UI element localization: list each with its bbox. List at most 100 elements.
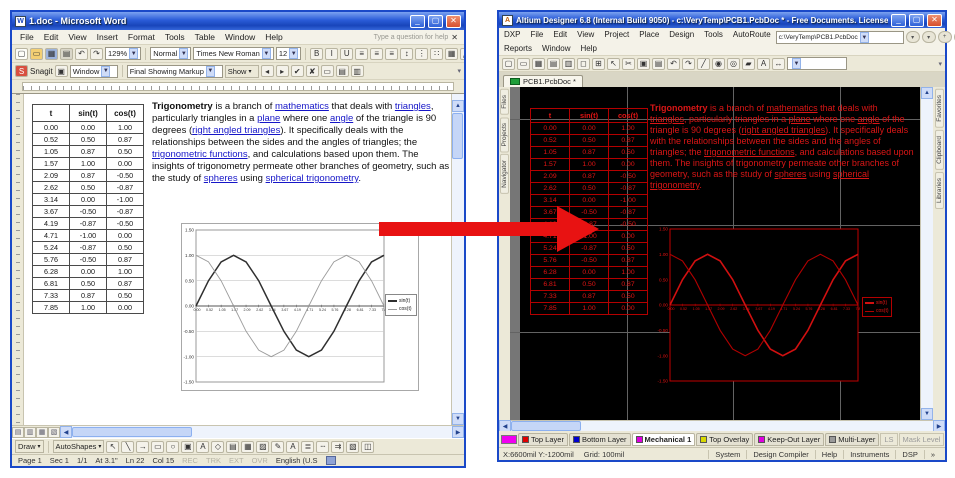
word-vertical-scrollbar[interactable]: ▲ ▼ [451, 94, 464, 425]
maximize-button[interactable]: ▢ [909, 14, 924, 27]
horizontal-ruler[interactable] [12, 80, 464, 93]
scroll-right-icon[interactable]: ▶ [452, 426, 464, 438]
word-titlebar[interactable]: W 1.doc - Microsoft Word _ ▢ ✕ [12, 12, 464, 30]
chevron-down-icon[interactable]: ▼ [129, 48, 138, 59]
oval-icon[interactable]: ○ [166, 441, 179, 453]
outline-view-icon[interactable]: ▧ [48, 427, 60, 438]
hyperlink[interactable]: right angled triangles [192, 125, 280, 136]
shadow-style-icon[interactable]: ▧ [346, 441, 359, 453]
scroll-left-icon[interactable]: ◀ [60, 426, 72, 438]
menu-tools[interactable]: Tools [160, 31, 190, 43]
web-layout-view-icon[interactable]: ▥ [24, 427, 36, 438]
rectangle-icon[interactable]: ▭ [151, 441, 164, 453]
display-for-review-combo[interactable]: Final Showing Markup▼ [127, 65, 223, 78]
layer-tab-multi-layer[interactable]: Multi-Layer [825, 433, 879, 446]
bold-icon[interactable]: B [310, 48, 323, 60]
left-panel-tab-projects[interactable]: Projects [500, 117, 509, 152]
arrow-icon[interactable]: → [136, 441, 149, 453]
menu-edit[interactable]: Edit [548, 29, 572, 40]
left-panel-tab-navigator[interactable]: Navigator [500, 154, 509, 194]
word-data-table[interactable]: tsin(t)cos(t)0.000.001.000.520.500.871.0… [32, 104, 144, 314]
fill-color-icon[interactable]: ▨ [256, 441, 269, 453]
scroll-up-icon[interactable]: ▲ [921, 87, 933, 99]
line-color-icon[interactable]: ✎ [271, 441, 284, 453]
current-layer-color-swatch[interactable] [501, 435, 517, 444]
font-size-combo[interactable]: 12▼ [276, 47, 301, 60]
diagram-icon[interactable]: ◇ [211, 441, 224, 453]
print-layout-view-icon[interactable]: ▦ [36, 427, 48, 438]
underline-icon[interactable]: U [340, 48, 353, 60]
style-combo[interactable]: Normal▼ [150, 47, 191, 60]
print-preview-icon[interactable]: ▥ [562, 58, 575, 70]
undo-icon[interactable]: ↶ [667, 58, 680, 70]
accept-change-icon[interactable]: ✔ [291, 65, 304, 77]
panel-button-»[interactable]: » [924, 450, 941, 459]
numbering-icon[interactable]: ⋮ [415, 48, 428, 60]
open-folder-icon[interactable]: ▭ [30, 48, 43, 60]
menu-reports[interactable]: Reports [499, 43, 537, 54]
close-button[interactable]: ✕ [446, 15, 461, 28]
line-spacing-icon[interactable]: ↕ [400, 48, 413, 60]
menu-view[interactable]: View [572, 29, 599, 40]
menu-file[interactable]: File [15, 31, 39, 43]
menu-file[interactable]: File [525, 29, 548, 40]
menu-dxp[interactable]: DXP [499, 29, 525, 40]
draw-menu-button[interactable]: Draw▾ [15, 440, 44, 453]
panel-button-system[interactable]: System [708, 450, 746, 459]
previous-change-icon[interactable]: ◂ [261, 65, 274, 77]
chevron-down-icon[interactable]: ▼ [179, 48, 188, 59]
menu-insert[interactable]: Insert [92, 31, 123, 43]
chevron-down-icon[interactable]: ▼ [792, 58, 801, 69]
menu-place[interactable]: Place [634, 29, 664, 40]
mask-combo[interactable]: ▼ [787, 57, 847, 70]
chevron-down-icon[interactable]: ▼ [289, 48, 298, 59]
save-icon[interactable]: ▦ [532, 58, 545, 70]
bullets-icon[interactable]: ∷ [430, 48, 443, 60]
line-style-icon[interactable]: ≣ [301, 441, 314, 453]
menu-project[interactable]: Project [599, 29, 634, 40]
menu-format[interactable]: Format [123, 31, 160, 43]
save-icon[interactable]: ▦ [45, 48, 58, 60]
minimize-button[interactable]: _ [891, 14, 906, 27]
word-chart[interactable]: 1.501.000.500.00-0.50-1.00-1.500.000.521… [181, 223, 419, 391]
show-menu-button[interactable]: Show▾ [225, 65, 259, 78]
layer-tab-mechanical-1[interactable]: Mechanical 1 [632, 433, 696, 446]
layer-tab-keep-out-layer[interactable]: Keep-Out Layer [754, 433, 824, 446]
print-icon[interactable]: ▤ [60, 48, 73, 60]
hyperlink[interactable]: trigonometric functions [152, 149, 248, 160]
track-changes-icon[interactable]: ▤ [336, 65, 349, 77]
nav-dropdown-icon[interactable]: ▾ [906, 31, 920, 43]
next-change-icon[interactable]: ▸ [276, 65, 289, 77]
cross-probe-icon[interactable]: + [938, 31, 952, 43]
place-string-icon[interactable]: A [757, 58, 770, 70]
reviewing-pane-icon[interactable]: ▥ [351, 65, 364, 77]
line-icon[interactable]: ╲ [121, 441, 134, 453]
menu-help[interactable]: Help [575, 43, 601, 54]
arrow-style-icon[interactable]: ⇉ [331, 441, 344, 453]
layer-bar-button-ls[interactable]: LS [880, 433, 897, 446]
right-panel-tab-libraries[interactable]: Libraries [935, 172, 944, 209]
nav-dropdown2-icon[interactable]: ▾ [922, 31, 936, 43]
italic-icon[interactable]: I [325, 48, 338, 60]
ask-a-question-box[interactable]: Type a question for help [374, 34, 449, 41]
menu-tools[interactable]: Tools [699, 29, 728, 40]
snagit-window-combo[interactable]: Window▼ [70, 65, 118, 78]
menu-help[interactable]: Help [260, 31, 287, 43]
window-capture-icon[interactable]: ▣ [55, 65, 68, 77]
menu-autoroute[interactable]: AutoRoute [728, 29, 776, 40]
wordart-icon[interactable]: A [196, 441, 209, 453]
minimize-button[interactable]: _ [410, 15, 425, 28]
picture-icon[interactable]: ▦ [241, 441, 254, 453]
hyperlink[interactable]: triangles [650, 114, 684, 124]
place-via-icon[interactable]: ◎ [727, 58, 740, 70]
hyperlink[interactable]: mathematics [767, 103, 818, 113]
hyperlink[interactable]: triangles [395, 101, 431, 112]
select-objects-icon[interactable]: ↖ [106, 441, 119, 453]
select-icon[interactable]: ↖ [607, 58, 620, 70]
right-panel-tab-favorites[interactable]: Favorites [935, 89, 944, 128]
font-color-icon[interactable]: A [286, 441, 299, 453]
copy-icon[interactable]: ▣ [637, 58, 650, 70]
panel-button-instruments[interactable]: Instruments [843, 450, 895, 459]
word-horizontal-scrollbar[interactable]: ▤ ▥ ▦ ▧ ◀▶ [12, 425, 464, 438]
altium-vertical-scrollbar[interactable]: ▲ ▼ [920, 87, 933, 420]
